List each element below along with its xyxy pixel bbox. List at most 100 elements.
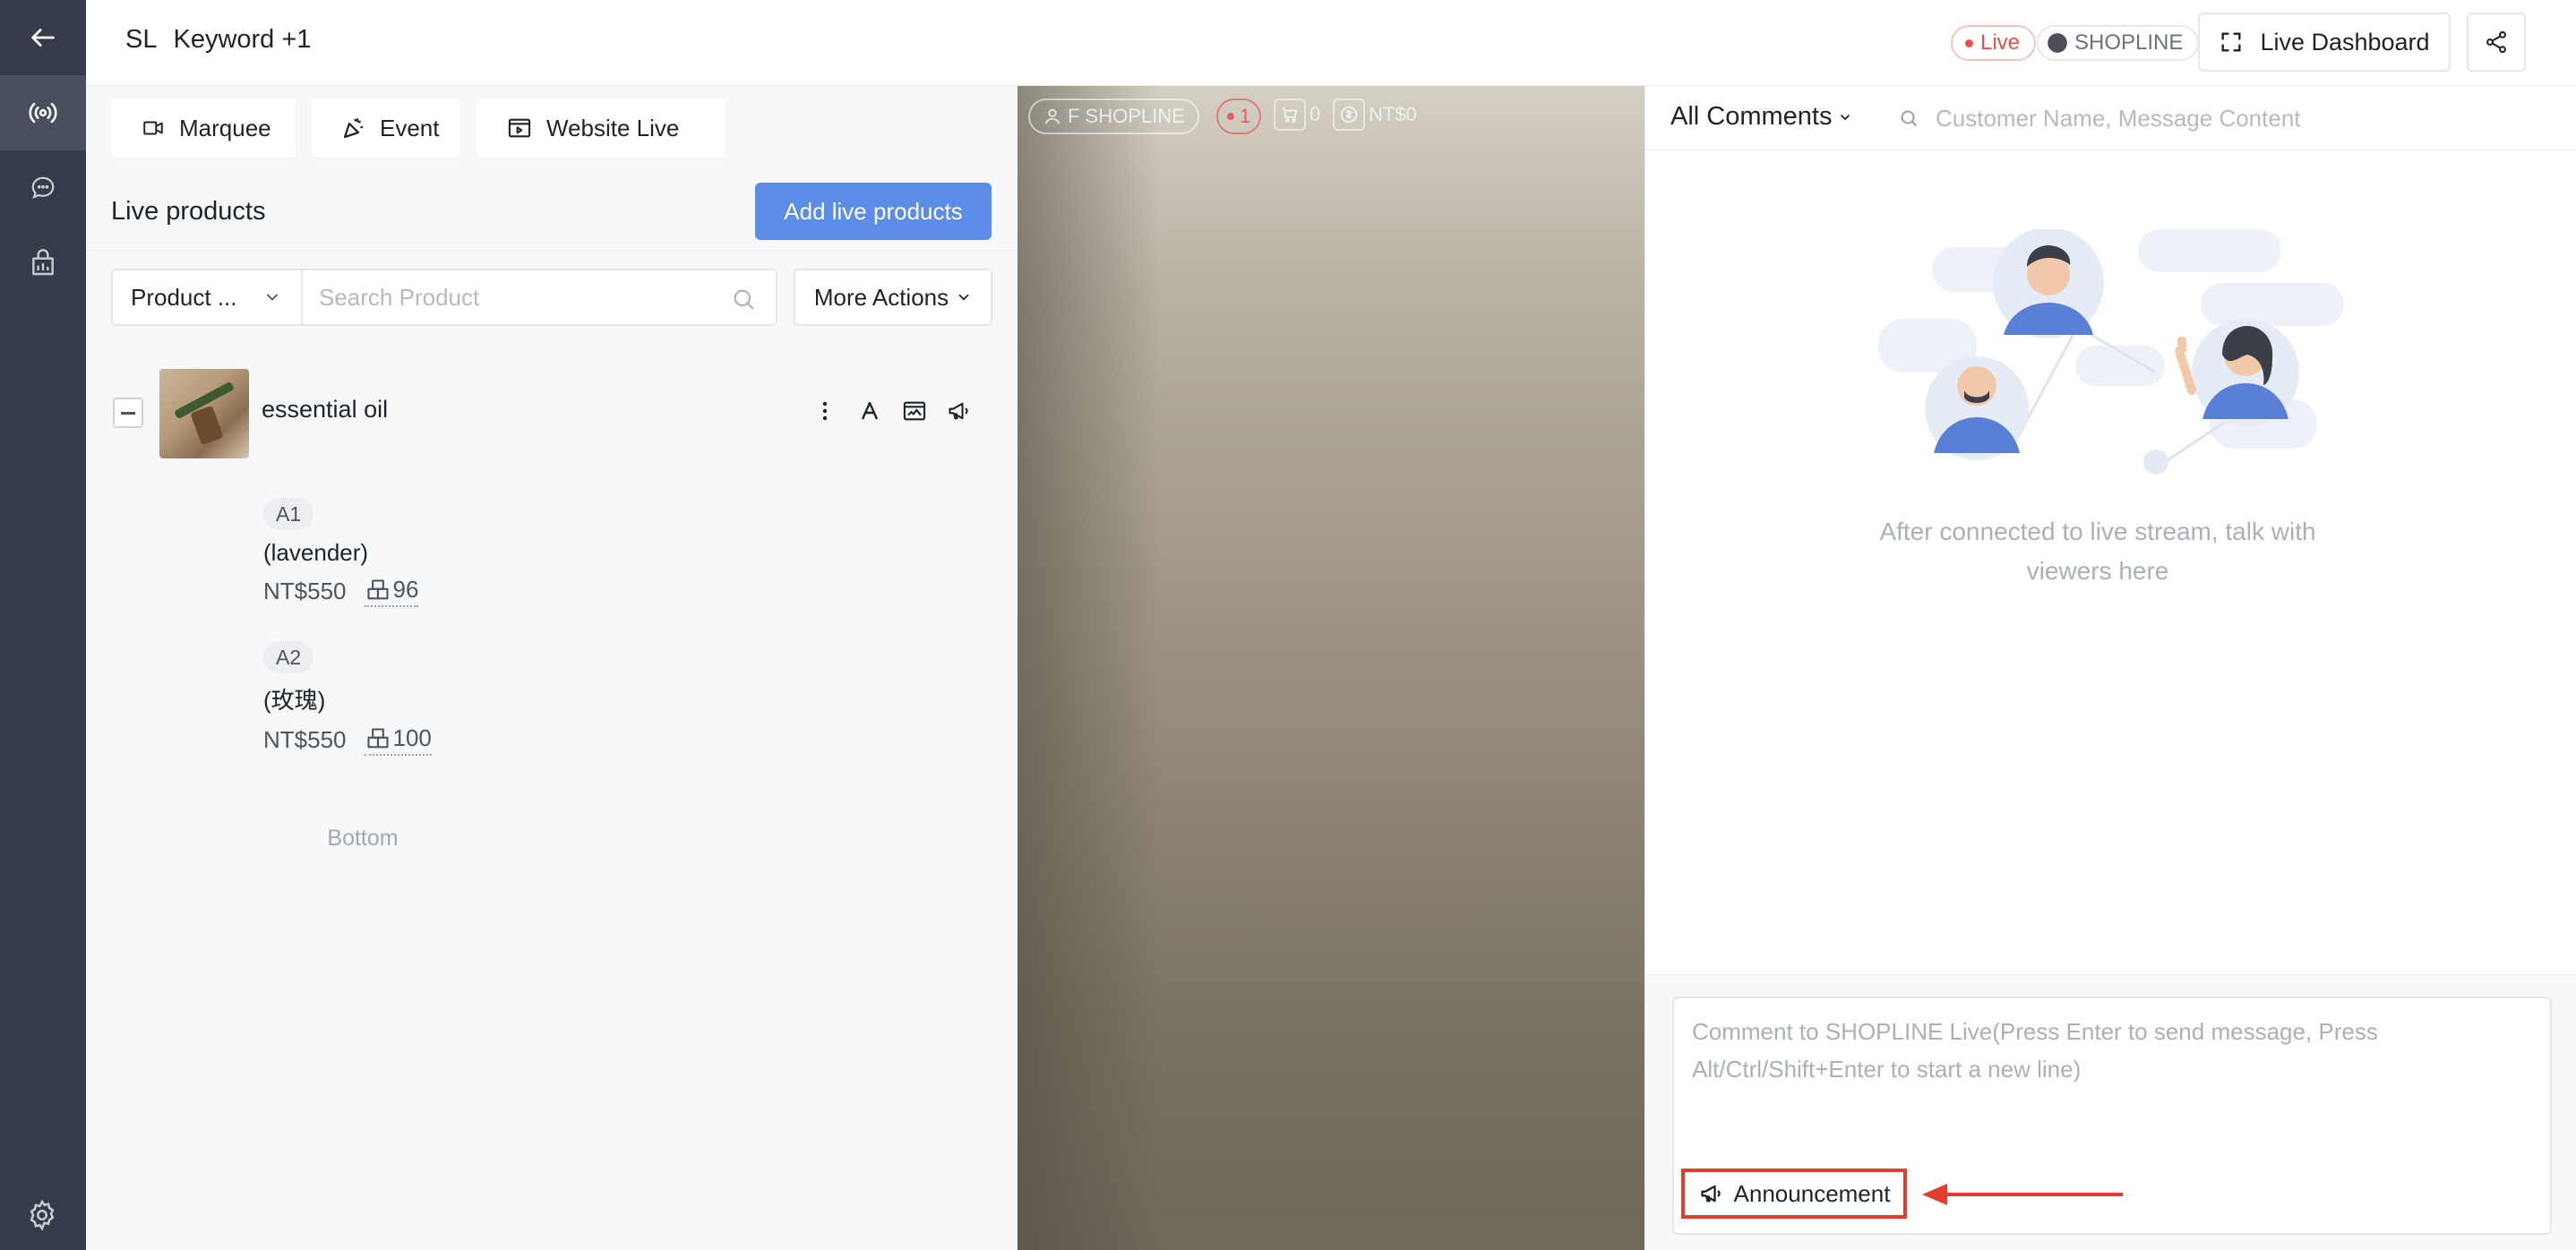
- live-products-title: Live products: [111, 197, 266, 226]
- variant-name: (玫瑰): [263, 687, 326, 714]
- comments-panel: All Comments Customer Name, Message Cont…: [1644, 86, 2576, 1250]
- marquee-icon: [143, 121, 163, 135]
- comment-search: [1898, 102, 2545, 134]
- page-title: SL Keyword +1: [125, 25, 311, 55]
- megaphone-icon: [1700, 1185, 1721, 1203]
- website-live-label: Website Live: [546, 114, 680, 141]
- variant-price: NT$550: [263, 726, 347, 753]
- variant-item: A2 (玫瑰) NT$550 100: [263, 641, 432, 756]
- letter-a-icon: [861, 401, 879, 420]
- party-popper-icon: [343, 117, 364, 139]
- variant-stock-value: 96: [392, 576, 419, 603]
- announcement-label: Announcement: [1733, 1179, 1891, 1207]
- live-video-preview: F SHOPLINE 1 0 NT$0: [1018, 86, 1644, 1250]
- top-header: SL Keyword +1 Live SHOPLINE Live Dashboar…: [86, 0, 2576, 86]
- comments-toolbar: All Comments: [1645, 86, 2576, 150]
- more-actions-label: More Actions: [813, 283, 949, 311]
- account-chip: F SHOPLINE: [1028, 98, 1199, 134]
- live-dashboard-button[interactable]: Live Dashboard: [2198, 13, 2451, 72]
- broadcast-icon: [29, 102, 57, 124]
- chevron-down-icon: [958, 294, 969, 301]
- comment-textarea[interactable]: [1692, 1013, 2534, 1102]
- variant-stock-value: 100: [392, 724, 432, 751]
- brand-short: SL: [125, 25, 158, 54]
- account-chip-label: F SHOPLINE: [1068, 105, 1185, 127]
- viewer-dot-icon: [1227, 113, 1234, 120]
- title-text: Keyword +1: [173, 25, 312, 54]
- product-filter-select[interactable]: Product ...: [111, 269, 303, 326]
- viewers-count: 1: [1240, 105, 1251, 127]
- chat-bubble-icon: [31, 176, 55, 199]
- fullscreen-icon: [2221, 32, 2241, 52]
- variant-name: (lavender): [263, 539, 369, 566]
- comment-search-input[interactable]: [1936, 102, 2545, 134]
- live-dot-icon: [1965, 39, 1973, 47]
- live-products-header: Live products Add live products: [86, 176, 1018, 251]
- product-filter-label: Product ...: [131, 283, 237, 311]
- variant-item: A1 (lavender) NT$550 96: [263, 498, 419, 607]
- product-showcase-button[interactable]: [901, 396, 928, 426]
- collapse-product-button[interactable]: [113, 398, 143, 428]
- comments-filter-label: All Comments: [1670, 102, 1833, 131]
- chevron-down-icon: [1840, 114, 1850, 120]
- announcement-button[interactable]: Announcement: [1681, 1169, 1907, 1219]
- variant-tag: A2: [263, 641, 314, 673]
- left-rail: [0, 0, 86, 1250]
- arrow-left-icon: [31, 29, 55, 47]
- live-badge-label: Live: [1980, 30, 2021, 55]
- revenue-chip: NT$0: [1333, 98, 1417, 131]
- event-label: Event: [380, 114, 440, 141]
- marquee-label: Marquee: [179, 114, 271, 141]
- variant-stock[interactable]: 96: [364, 576, 419, 607]
- shopline-logo-icon: [2048, 33, 2067, 53]
- boxes-stock-icon: [366, 578, 389, 599]
- event-button[interactable]: Event: [312, 98, 460, 158]
- variant-tag: A1: [263, 498, 314, 530]
- nav-live[interactable]: [0, 75, 86, 150]
- empty-chat-illustration-icon: [1878, 229, 2344, 475]
- browser-video-icon: [508, 118, 531, 138]
- dollar-icon: [1340, 106, 1358, 124]
- product-text-button[interactable]: [856, 396, 883, 426]
- megaphone-icon: [949, 402, 968, 420]
- product-name: essential oil: [262, 396, 389, 423]
- more-actions-button[interactable]: More Actions: [794, 269, 992, 326]
- marquee-button[interactable]: Marquee: [111, 98, 296, 158]
- product-actions: [811, 396, 973, 426]
- list-bottom-note: Bottom: [86, 826, 1018, 852]
- channel-badge: SHOPLINE: [2037, 25, 2200, 61]
- website-live-button[interactable]: Website Live: [477, 98, 726, 158]
- chevron-down-icon: [267, 294, 278, 301]
- product-thumbnail: [159, 369, 249, 458]
- live-dashboard-label: Live Dashboard: [2260, 28, 2430, 56]
- channel-badge-label: SHOPLINE: [2074, 30, 2184, 55]
- share-icon: [2486, 30, 2506, 54]
- cart-icon: [1282, 107, 1298, 123]
- share-button[interactable]: [2467, 13, 2526, 72]
- nav-messages[interactable]: [0, 150, 86, 226]
- product-search-input[interactable]: [319, 279, 713, 315]
- variant-stock[interactable]: 100: [364, 724, 432, 756]
- back-button[interactable]: [0, 0, 86, 75]
- nav-analytics[interactable]: [0, 226, 86, 301]
- empty-comments-text: After connected to live stream, talk wit…: [1879, 518, 2316, 585]
- add-live-products-button[interactable]: Add live products: [755, 183, 992, 240]
- red-arrow-icon: [1922, 1184, 2123, 1205]
- product-announce-button[interactable]: [946, 396, 973, 426]
- revenue-value: NT$0: [1369, 103, 1417, 125]
- product-search: [303, 269, 777, 326]
- bottom-note-label: Bottom: [327, 826, 399, 851]
- kebab-menu-icon: [822, 401, 828, 421]
- cart-chip: 0: [1274, 98, 1320, 131]
- analytics-bag-icon: [32, 249, 54, 276]
- comments-filter-dropdown[interactable]: All Comments: [1670, 102, 1852, 132]
- search-icon[interactable]: [731, 287, 756, 312]
- live-status-badge: Live: [1951, 25, 2037, 61]
- live-products-panel: Marquee Event Website Live Live products…: [86, 86, 1018, 1250]
- search-icon: [1901, 110, 1917, 126]
- product-more-button[interactable]: [811, 396, 838, 426]
- showcase-icon: [903, 401, 926, 421]
- boxes-stock-icon: [366, 727, 389, 748]
- settings-button[interactable]: [25, 1198, 59, 1232]
- viewers-chip: 1: [1216, 98, 1262, 134]
